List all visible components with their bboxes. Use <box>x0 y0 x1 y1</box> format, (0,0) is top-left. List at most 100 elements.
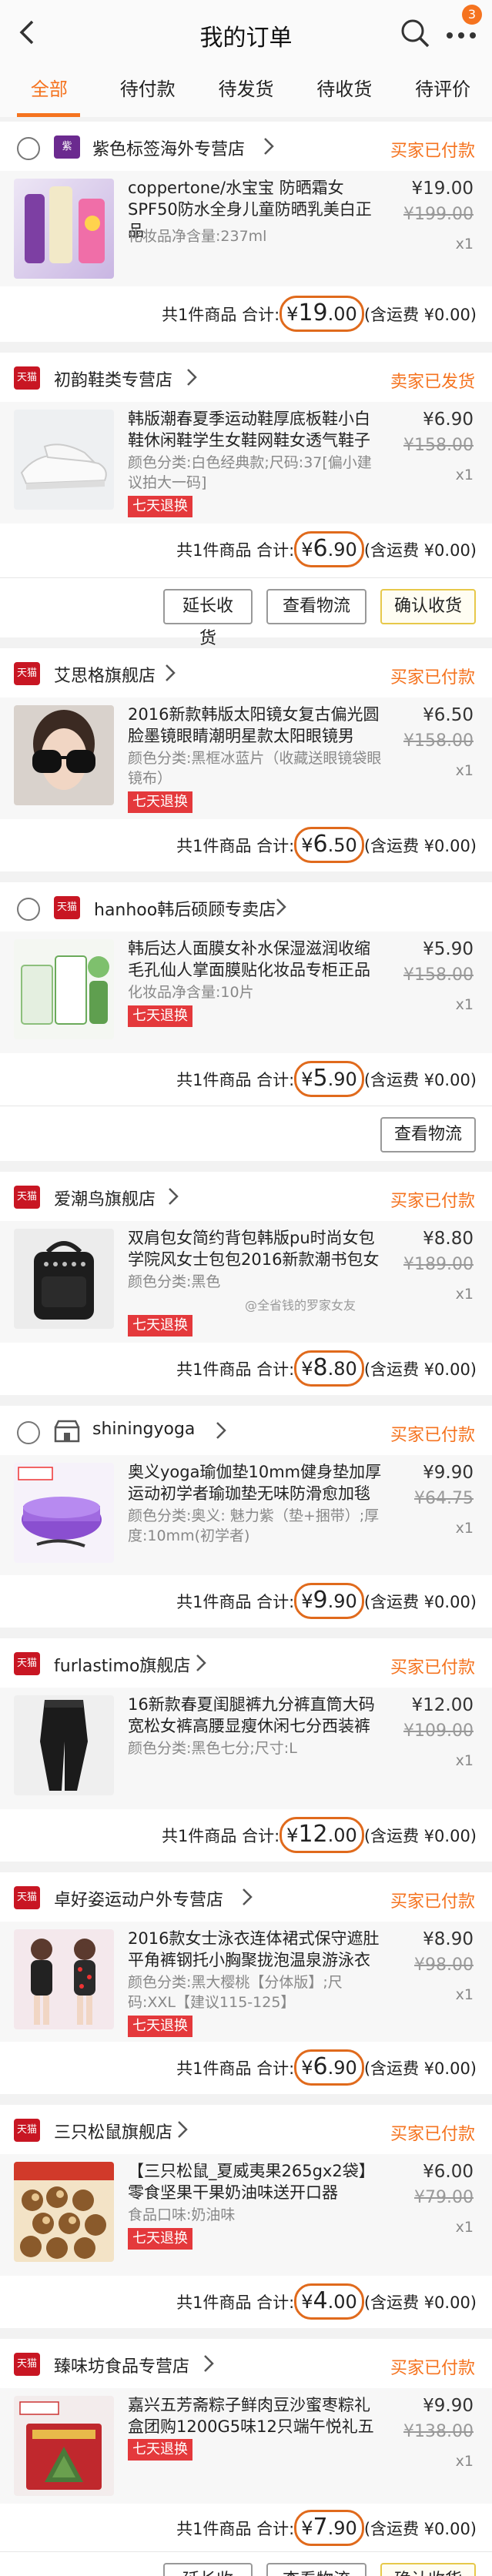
product-title[interactable]: 韩后达人面膜女补水保湿滋润收缩毛孔仙人掌面膜贴化妆品专柜正品 <box>128 938 382 981</box>
chevron-right-icon <box>264 138 274 155</box>
order-item[interactable]: 韩后达人面膜女补水保湿滋润收缩毛孔仙人掌面膜贴化妆品专柜正品 化妆品净含量:10… <box>0 932 492 1053</box>
order-card: 天猫 三只松鼠旗舰店 买家已付款 【三只松鼠_夏威夷果265gx2袋】零食坚果干… <box>0 2105 492 2328</box>
product-thumbnail[interactable] <box>14 2396 114 2496</box>
shop-row[interactable]: 天猫 furlastimo旗舰店 买家已付款 <box>0 1638 492 1688</box>
order-total: ¥6.90 <box>294 531 364 567</box>
extend-receipt-button[interactable]: 延长收货 <box>163 2563 253 2576</box>
order-summary: 共1件商品 合计: ¥6.50 (含运费 ¥0.00) <box>176 827 477 863</box>
order-total: ¥12.00 <box>279 1817 364 1853</box>
chevron-right-icon <box>166 664 176 681</box>
order-item[interactable]: 2016新款韩版太阳镜女复古偏光圆脸墨镜眼睛潮明星款太阳眼镜男 颜色分类:黑框冰… <box>0 698 492 819</box>
order-item[interactable]: 韩版潮春夏季运动鞋厚底板鞋小白鞋休闲鞋学生女鞋网鞋女透气鞋子 颜色分类:白色经典… <box>0 402 492 524</box>
view-logistics-button[interactable]: 查看物流 <box>380 1117 476 1153</box>
product-thumbnail[interactable] <box>14 705 114 805</box>
product-spec: 颜色分类:黑色 <box>128 1273 221 1290</box>
product-price: ¥6.00 <box>423 2162 474 2182</box>
order-card: 天猫 臻味坊食品专营店 买家已付款 嘉兴五芳斋粽子鲜肉豆沙蜜枣粽礼盒团购1200… <box>0 2339 492 2576</box>
product-thumbnail[interactable] <box>14 179 114 279</box>
tab-pending-shipment[interactable]: 待发货 <box>197 68 296 117</box>
product-title[interactable]: 双肩包女简约背包韩版pu时尚女包学院风女士包包2016新款潮书包女 <box>128 1227 382 1270</box>
shop-row[interactable]: 紫 紫色标签海外专营店 买家已付款 <box>0 122 492 171</box>
shop-row[interactable]: 天猫 hanhoo韩后硕顾专卖店 <box>0 882 492 932</box>
order-item[interactable]: 双肩包女简约背包韩版pu时尚女包学院风女士包包2016新款潮书包女 颜色分类:黑… <box>0 1221 492 1343</box>
view-logistics-button[interactable]: 查看物流 <box>266 589 366 624</box>
order-card: 天猫 furlastimo旗舰店 买家已付款 16新款春夏闺腿裤九分裤直筒大码宽… <box>0 1638 492 1862</box>
shop-name[interactable]: 紫色标签海外专营店 <box>92 135 245 160</box>
tmall-logo: 天猫 <box>14 662 40 685</box>
order-item[interactable]: coppertone/水宝宝 防晒霜女SPF50防水全身儿童防晒乳美白正品 化妆… <box>0 171 492 286</box>
extend-receipt-button[interactable]: 延长收货 <box>163 589 253 648</box>
tab-pending-payment[interactable]: 待付款 <box>99 68 197 117</box>
product-thumbnail[interactable] <box>14 1929 114 2029</box>
shop-name[interactable]: 卓好姿运动户外专营店 <box>54 1886 223 1911</box>
shop-row[interactable]: 天猫 艾思格旗舰店 买家已付款 <box>0 648 492 698</box>
order-total: ¥5.90 <box>294 1061 364 1097</box>
shop-name[interactable]: shiningyoga <box>92 1420 195 1439</box>
product-title[interactable]: 2016款女士泳衣连体裙式保守遮肚平角裤钢托小胸聚拢泡温泉游泳衣 <box>128 1928 382 1971</box>
shop-name[interactable]: 初韵鞋类专营店 <box>54 366 172 391</box>
original-price: ¥158.00 <box>403 731 474 751</box>
tmall-logo: 天猫 <box>14 1652 40 1675</box>
chevron-right-icon <box>204 2355 214 2372</box>
confirm-receipt-button[interactable]: 确认收货 <box>380 2563 476 2576</box>
order-total: ¥19.00 <box>279 296 364 332</box>
chevron-right-icon <box>276 898 286 915</box>
product-title[interactable]: 2016新款韩版太阳镜女复古偏光圆脸墨镜眼睛潮明星款太阳眼镜男 <box>128 704 382 747</box>
shop-name[interactable]: 爱潮鸟旗舰店 <box>54 1186 156 1210</box>
original-price: ¥64.75 <box>414 1489 474 1508</box>
order-actions: 查看物流 <box>0 1106 492 1163</box>
product-title[interactable]: 奥义yoga瑜伽垫10mm健身垫加厚运动初学者瑜珈垫无味防滑愈加毯 <box>128 1461 382 1504</box>
order-item[interactable]: 16新款春夏闺腿裤九分裤直筒大码宽松女裤高腰显瘦休闲七分西装裤 颜色分类:黑色七… <box>0 1688 492 1809</box>
shop-name[interactable]: furlastimo旗舰店 <box>54 1652 190 1677</box>
shop-row[interactable]: 天猫 爱潮鸟旗舰店 买家已付款 <box>0 1172 492 1221</box>
chevron-right-icon <box>196 1654 206 1671</box>
product-quantity: x1 <box>455 1752 474 1769</box>
order-item[interactable]: 嘉兴五芳斋粽子鲜肉豆沙蜜枣粽礼盒团购1200G5味12只端午悦礼五芳 七天退换 … <box>0 2388 492 2504</box>
order-item[interactable]: 奥义yoga瑜伽垫10mm健身垫加厚运动初学者瑜珈垫无味防滑愈加毯 颜色分类:奥… <box>0 1455 492 1575</box>
order-total: ¥6.50 <box>294 827 364 863</box>
shop-name[interactable]: hanhoo韩后硕顾专卖店 <box>94 896 276 921</box>
order-item[interactable]: 【三只松鼠_夏威夷果265gx2袋】零食坚果干果奶油味送开口器 食品口味:奶油味… <box>0 2154 492 2276</box>
order-status: 买家已付款 <box>390 1192 475 1211</box>
select-radio[interactable] <box>17 1421 40 1444</box>
select-radio[interactable] <box>17 898 40 921</box>
order-item[interactable]: 2016款女士泳衣连体裙式保守遮肚平角裤钢托小胸聚拢泡温泉游泳衣 颜色分类:黑大… <box>0 1922 492 2042</box>
product-thumbnail[interactable] <box>14 939 114 1039</box>
shop-row[interactable]: 天猫 三只松鼠旗舰店 买家已付款 <box>0 2105 492 2154</box>
shop-row[interactable]: 天猫 臻味坊食品专营店 买家已付款 <box>0 2339 492 2388</box>
product-quantity: x1 <box>455 467 474 483</box>
product-thumbnail[interactable] <box>14 2162 114 2262</box>
product-thumbnail[interactable] <box>14 1695 114 1795</box>
original-price: ¥138.00 <box>403 2422 474 2441</box>
original-price: ¥189.00 <box>403 1255 474 1274</box>
summary-prefix: 共1件商品 合计: <box>162 306 280 324</box>
product-thumbnail[interactable] <box>14 1229 114 1329</box>
shop-name[interactable]: 臻味坊食品专营店 <box>54 2353 189 2377</box>
search-icon[interactable] <box>399 17 431 49</box>
product-thumbnail[interactable] <box>14 1463 114 1563</box>
top-bar: 我的订单 3 <box>0 0 492 68</box>
order-total: ¥4.00 <box>294 2283 364 2320</box>
seven-day-return-tag: 七天退换 <box>128 2016 192 2037</box>
order-status: 买家已付款 <box>390 1658 475 1678</box>
product-title[interactable]: 【三只松鼠_夏威夷果265gx2袋】零食坚果干果奶油味送开口器 <box>128 2160 382 2203</box>
confirm-receipt-button[interactable]: 确认收货 <box>380 589 476 624</box>
shop-name[interactable]: 艾思格旗舰店 <box>54 662 156 687</box>
product-price: ¥9.90 <box>423 1463 474 1483</box>
tab-pending-receipt[interactable]: 待收货 <box>295 68 393 117</box>
product-title[interactable]: 16新款春夏闺腿裤九分裤直筒大码宽松女裤高腰显瘦休闲七分西装裤 <box>128 1694 382 1737</box>
product-price: ¥6.90 <box>423 410 474 430</box>
select-radio[interactable] <box>17 137 40 160</box>
order-status: 买家已付款 <box>390 668 475 687</box>
shop-name[interactable]: 三只松鼠旗舰店 <box>54 2119 172 2143</box>
product-title[interactable]: 韩版潮春夏季运动鞋厚底板鞋小白鞋休闲鞋学生女鞋网鞋女透气鞋子 <box>128 408 382 451</box>
view-logistics-button[interactable]: 查看物流 <box>266 2563 366 2576</box>
shop-row[interactable]: 天猫 卓好姿运动户外专营店 买家已付款 <box>0 1872 492 1922</box>
product-thumbnail[interactable] <box>14 410 114 510</box>
shop-row[interactable]: 天猫 初韵鞋类专营店 卖家已发货 <box>0 353 492 402</box>
tab-pending-review[interactable]: 待评价 <box>393 68 492 117</box>
tab-all[interactable]: 全部 <box>0 68 99 117</box>
order-summary: 共1件商品 合计: ¥6.90 (含运费 ¥0.00) <box>176 2049 477 2086</box>
product-quantity: x1 <box>455 762 474 779</box>
shop-row[interactable]: shiningyoga 买家已付款 <box>0 1406 492 1455</box>
